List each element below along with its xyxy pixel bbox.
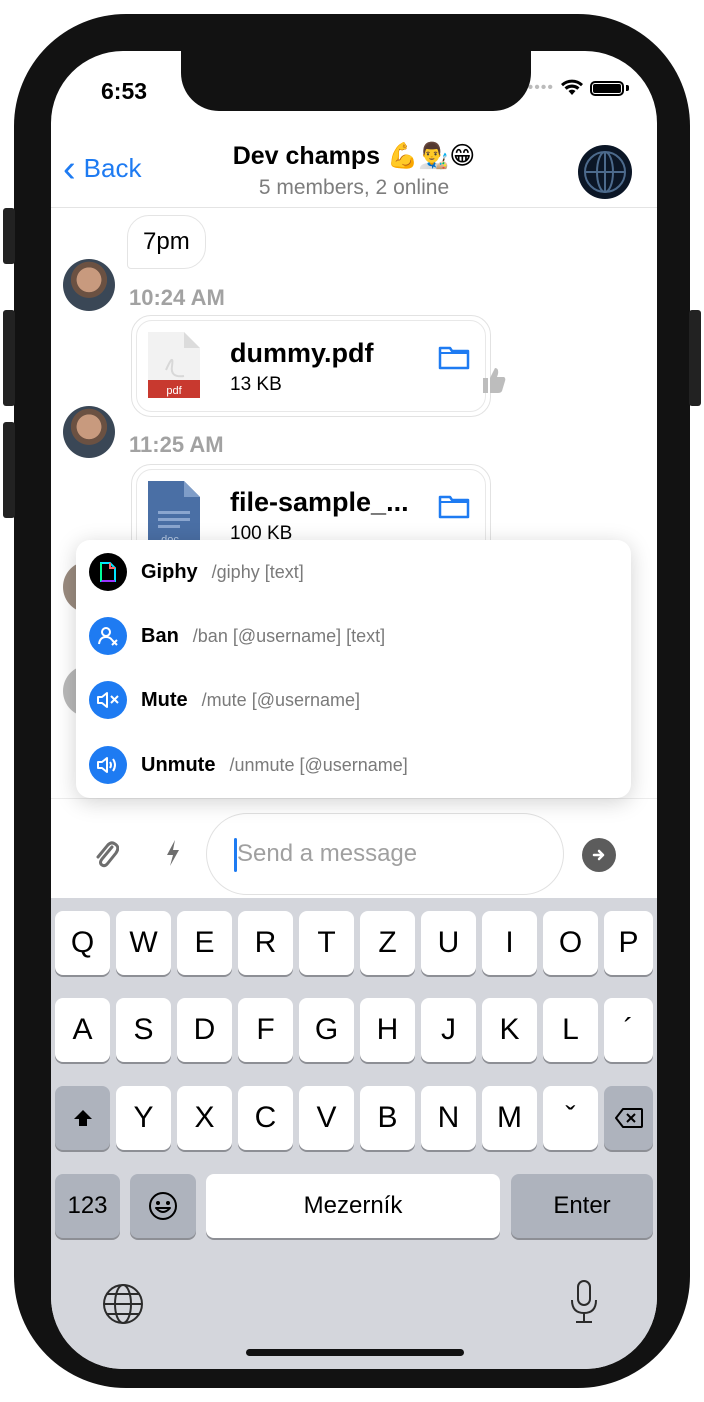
volume-up-button [3, 310, 15, 406]
command-name: Ban [141, 624, 179, 647]
status-icons: •••• [528, 79, 629, 97]
emoji-key[interactable] [130, 1174, 196, 1238]
battery-cap [626, 85, 629, 91]
status-time: 6:53 [101, 78, 148, 104]
key-x[interactable]: X [177, 1086, 232, 1150]
globe-avatar-icon [584, 151, 626, 193]
key-i[interactable]: I [482, 911, 537, 975]
key-m[interactable]: M [482, 1086, 537, 1150]
avatar[interactable] [63, 259, 115, 311]
key-q[interactable]: Q [55, 911, 110, 975]
key-l[interactable]: L [543, 998, 598, 1062]
signal-icon: •••• [527, 79, 554, 96]
enter-key[interactable]: Enter [511, 1174, 653, 1238]
key-h[interactable]: H [360, 998, 415, 1062]
key-o[interactable]: O [543, 911, 598, 975]
key-b[interactable]: B [360, 1086, 415, 1150]
arrow-right-icon [592, 849, 605, 861]
shift-key[interactable] [55, 1086, 110, 1150]
phone-screen: 6:53 •••• ‹ Back Dev champs 💪👨‍🎨😁 5 memb… [51, 51, 657, 1369]
thumbs-up-reaction-icon[interactable] [479, 365, 507, 395]
wifi-icon [561, 79, 583, 95]
backspace-key[interactable] [604, 1086, 653, 1150]
home-indicator[interactable] [246, 1349, 464, 1356]
message-timestamp: 10:24 AM [129, 285, 225, 310]
command-suggestions: Giphy /giphy [text] Ban /ban [@username]… [76, 540, 631, 798]
message-bubble[interactable]: 7pm [127, 215, 206, 269]
mute-icon [89, 681, 127, 719]
space-key[interactable]: Mezerník [206, 1174, 500, 1238]
key-r[interactable]: R [238, 911, 293, 975]
key-w[interactable]: W [116, 911, 171, 975]
command-args: /mute [@username] [201, 689, 361, 710]
battery-icon [590, 80, 624, 96]
command-ban[interactable]: Ban /ban [@username] [text] [76, 604, 631, 668]
key-e[interactable]: E [177, 911, 232, 975]
lightning-icon[interactable] [165, 839, 181, 867]
shift-icon [73, 1110, 92, 1126]
silent-switch [3, 208, 15, 264]
pdf-type-label: pdf [166, 385, 182, 397]
command-name: Mute [141, 688, 188, 711]
ban-user-icon [89, 617, 127, 655]
key-c[interactable]: C [238, 1086, 293, 1150]
keyboard: Q W E R T Z U I O P A S D F G H J K L ´ … [51, 898, 657, 1369]
unmute-icon [89, 746, 127, 784]
key-j[interactable]: J [421, 998, 476, 1062]
backspace-icon [614, 1108, 643, 1128]
volume-down-button [3, 422, 15, 518]
key-f[interactable]: F [238, 998, 293, 1062]
command-args: /giphy [text] [211, 561, 304, 582]
key-a[interactable]: A [55, 998, 110, 1062]
command-args: /unmute [@username] [229, 754, 408, 775]
send-button[interactable] [582, 838, 616, 872]
key-v[interactable]: V [299, 1086, 354, 1150]
file-attachment-pdf[interactable]: pdf dummy.pdf 13 KB [131, 315, 491, 417]
message-timestamp: 11:25 AM [129, 432, 224, 457]
globe-icon[interactable] [101, 1282, 145, 1326]
power-button [689, 310, 701, 406]
channel-title[interactable]: Dev champs 💪👨‍🎨😁 [51, 141, 657, 171]
file-name: file-sample_... [230, 487, 409, 517]
chat-header: ‹ Back Dev champs 💪👨‍🎨😁 5 members, 2 onl… [51, 121, 657, 208]
file-name: dummy.pdf [230, 338, 374, 368]
key-n[interactable]: N [421, 1086, 476, 1150]
doc-file-icon: doc [148, 481, 200, 547]
command-name: Unmute [141, 753, 216, 776]
command-name: Giphy [141, 560, 198, 583]
channel-avatar[interactable] [578, 145, 632, 199]
message-composer: Send a message [51, 798, 657, 899]
key-t[interactable]: T [299, 911, 354, 975]
message-input[interactable]: Send a message [206, 813, 564, 895]
key-g[interactable]: G [299, 998, 354, 1062]
key-caron[interactable]: ˇ [543, 1086, 598, 1150]
key-p[interactable]: P [604, 911, 653, 975]
command-unmute[interactable]: Unmute /unmute [@username] [76, 733, 631, 797]
numbers-key[interactable]: 123 [55, 1174, 120, 1238]
key-d[interactable]: D [177, 998, 232, 1062]
channel-subtitle: 5 members, 2 online [258, 176, 450, 199]
notch [181, 51, 531, 111]
command-giphy[interactable]: Giphy /giphy [text] [76, 540, 631, 604]
pdf-file-icon: pdf [148, 332, 200, 398]
key-s[interactable]: S [116, 998, 171, 1062]
key-z[interactable]: Z [360, 911, 415, 975]
giphy-icon [89, 553, 127, 591]
file-size: 13 KB [230, 374, 282, 395]
emoji-icon [149, 1192, 177, 1220]
command-mute[interactable]: Mute /mute [@username] [76, 668, 631, 732]
paperclip-icon[interactable] [93, 839, 119, 869]
key-k[interactable]: K [482, 998, 537, 1062]
message-input-placeholder: Send a message [237, 840, 418, 867]
folder-icon[interactable] [438, 493, 470, 519]
command-args: /ban [@username] [text] [192, 625, 386, 646]
key-u[interactable]: U [421, 911, 476, 975]
microphone-icon[interactable] [569, 1278, 599, 1326]
key-acute[interactable]: ´ [604, 998, 653, 1062]
key-y[interactable]: Y [116, 1086, 171, 1150]
folder-icon[interactable] [438, 344, 470, 370]
avatar[interactable] [63, 406, 115, 458]
